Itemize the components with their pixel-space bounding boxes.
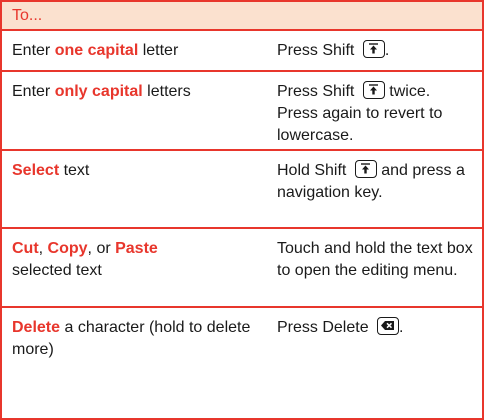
shift-key-icon: [362, 40, 385, 58]
shift-key-icon: [362, 81, 385, 99]
action-cell: Enter one capital letter: [2, 31, 272, 70]
instruction-text: Touch and hold the text box to open the …: [277, 240, 473, 279]
action-text: selected text: [12, 262, 102, 279]
instruction-text: .: [399, 319, 404, 336]
action-cell: Select text: [2, 151, 272, 227]
instruction-cell: Press Delete .: [272, 308, 482, 416]
action-cell: Delete a character (hold to delete more): [2, 308, 272, 416]
action-highlight: only capital: [54, 83, 143, 100]
instruction-cell: Press Shift .: [272, 31, 482, 70]
key-actions-table: To... Enter one capital letter Press Shi…: [0, 0, 484, 420]
action-highlight: one capital: [54, 42, 139, 59]
action-highlight: Paste: [115, 240, 158, 257]
instruction-text: Press Shift: [277, 42, 359, 59]
action-text: text: [59, 162, 90, 179]
action-text: , or: [87, 240, 116, 257]
table-header: To...: [2, 0, 482, 31]
action-text: letters: [142, 83, 191, 100]
action-text: letter: [138, 42, 179, 59]
action-highlight: Select: [12, 162, 60, 179]
instruction-text: .: [384, 42, 390, 59]
table-row: Delete a character (hold to delete more)…: [2, 308, 482, 416]
instruction-text: Press Shift: [277, 83, 359, 100]
header-label: To...: [12, 6, 43, 24]
shift-key-icon: [354, 160, 377, 178]
instruction-cell: Touch and hold the text box to open the …: [272, 229, 482, 306]
action-highlight: Copy: [47, 240, 88, 257]
delete-key-icon: [377, 317, 400, 335]
action-cell: Enter only capital letters: [2, 72, 272, 149]
instruction-cell: Press Shift twice. Press again to revert…: [272, 72, 482, 149]
instruction-cell: Hold Shift and press a navigation key.: [272, 151, 482, 227]
action-cell: Cut, Copy, or Paste selected text: [2, 229, 272, 306]
action-text: Enter: [12, 83, 55, 100]
action-text: ,: [38, 240, 48, 257]
instruction-text: Hold Shift: [277, 162, 351, 179]
table-row: Enter only capital letters Press Shift t…: [2, 72, 482, 151]
action-highlight: Cut: [12, 240, 39, 257]
table-row: Cut, Copy, or Paste selected text Touch …: [2, 229, 482, 308]
table-row: Select text Hold Shift and press a navig…: [2, 151, 482, 229]
action-text: Enter: [12, 42, 55, 59]
instruction-text: Press Delete: [277, 319, 374, 336]
action-highlight: Delete: [12, 319, 61, 336]
table-row: Enter one capital letter Press Shift .: [2, 31, 482, 72]
